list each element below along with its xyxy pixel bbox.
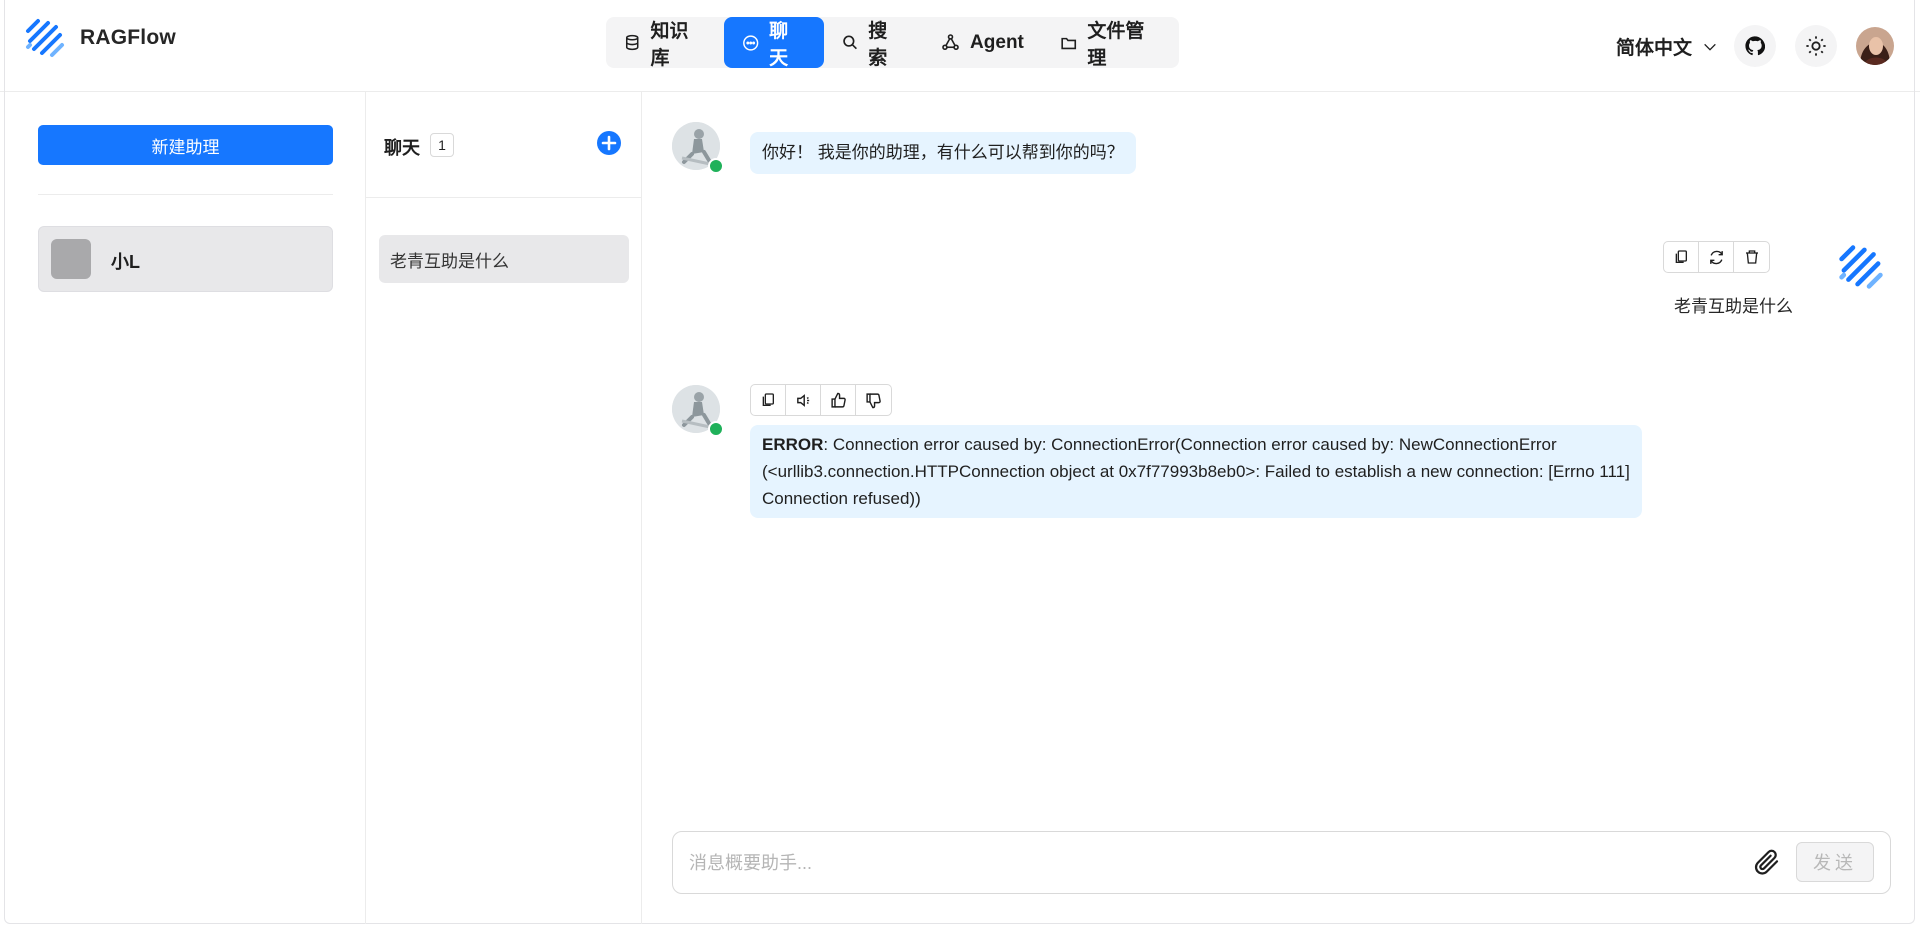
speaker-icon [796, 393, 809, 407]
assistant-error-message: ERROR: Connection error caused by: Conne… [750, 425, 1642, 518]
thumbs-down-icon [866, 392, 881, 408]
assistant-message-toolbar [750, 384, 892, 416]
copy-button[interactable] [751, 385, 786, 415]
trash-icon [1745, 250, 1758, 264]
copy-button[interactable] [1664, 242, 1699, 272]
chat-panel: 你好！ 我是你的助理，有什么可以帮到你的吗？ 老青互助是什么 ERROR: Co… [642, 92, 1915, 924]
like-button[interactable] [821, 385, 856, 415]
conversation-list-title: 聊天 [384, 138, 420, 158]
online-status-dot [708, 421, 724, 437]
online-status-dot [708, 158, 724, 174]
error-text: : Connection error caused by: Connection… [762, 435, 1630, 508]
conversation-count-badge: 1 [430, 133, 454, 157]
assistant-list-panel: 新建助理 小L [5, 92, 366, 924]
copy-icon [762, 393, 774, 406]
new-assistant-button[interactable]: 新建助理 [38, 125, 333, 165]
user-message: 老青互助是什么 [1674, 297, 1793, 316]
send-button[interactable]: 发送 [1796, 842, 1874, 882]
assistant-avatar [51, 239, 91, 279]
assistant-greeting-message: 你好！ 我是你的助理，有什么可以帮到你的吗？ [750, 132, 1136, 174]
message-input[interactable] [687, 848, 1691, 878]
conversation-list-panel: 聊天 1 老青互助是什么 [366, 92, 642, 924]
regenerate-button[interactable] [1699, 242, 1734, 272]
assistant-name: 小L [111, 252, 140, 272]
add-conversation-icon[interactable] [596, 130, 622, 156]
error-label: ERROR [762, 435, 824, 454]
message-input-box: 发送 [672, 831, 1891, 894]
refresh-icon [1709, 250, 1723, 264]
read-aloud-button[interactable] [786, 385, 821, 415]
paperclip-icon[interactable] [1752, 847, 1782, 877]
assistant-item[interactable]: 小L [38, 226, 333, 292]
user-message-toolbar [1663, 241, 1770, 273]
dislike-button[interactable] [856, 385, 891, 415]
copy-icon [1675, 250, 1687, 263]
user-avatar-logo-icon [1839, 245, 1883, 289]
conversation-item[interactable]: 老青互助是什么 [379, 235, 629, 283]
divider [38, 194, 333, 195]
thumbs-up-icon [830, 392, 846, 408]
delete-button[interactable] [1734, 242, 1769, 272]
conversation-list-header: 聊天 1 [366, 92, 642, 198]
